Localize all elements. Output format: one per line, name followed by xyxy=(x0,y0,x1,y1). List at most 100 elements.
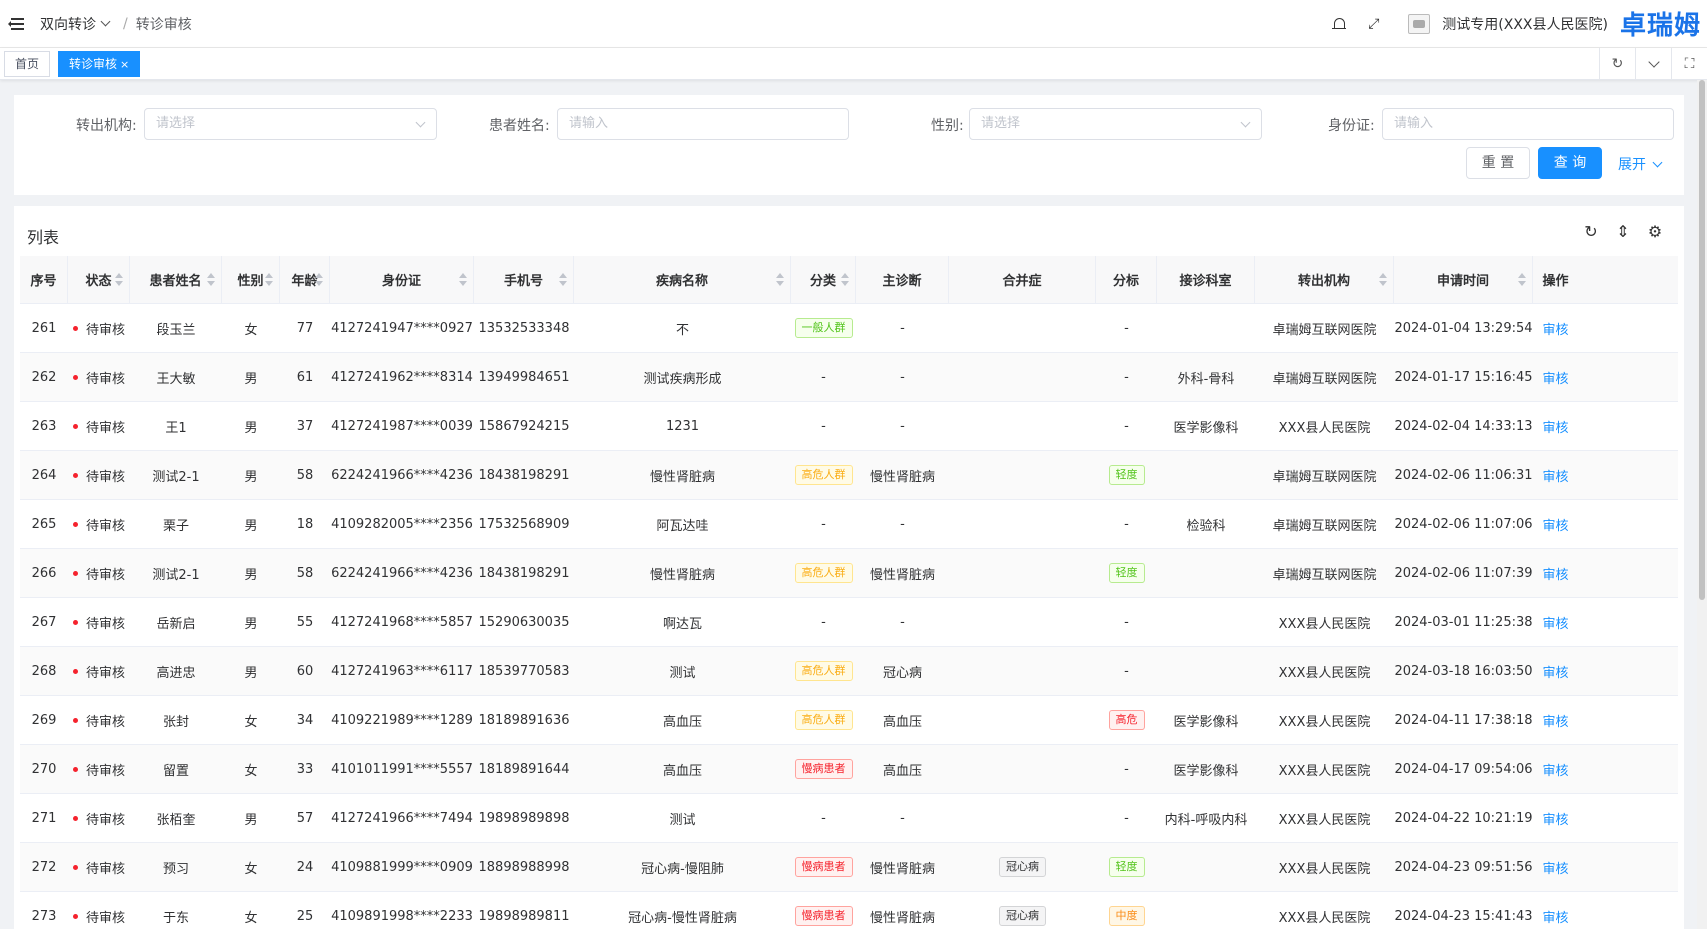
cell-action: 审核 xyxy=(1533,304,1578,352)
page-scrollbar[interactable] xyxy=(1697,80,1707,929)
review-link[interactable]: 审核 xyxy=(1542,515,1568,534)
category-tag: 慢病患者 xyxy=(794,857,853,877)
time-text: 2024-04-11 17:38:18 xyxy=(1394,712,1533,728)
id-card-input[interactable]: 请输入 xyxy=(1382,108,1674,140)
cell-time: 2024-02-04 14:33:13 xyxy=(1394,402,1533,450)
tab-referral-review[interactable]: 转诊审核 × xyxy=(58,51,141,77)
review-link[interactable]: 审核 xyxy=(1542,368,1568,387)
time-text: 2024-04-22 10:21:19 xyxy=(1394,810,1533,826)
review-link[interactable]: 审核 xyxy=(1542,564,1568,583)
review-link[interactable]: 审核 xyxy=(1542,319,1568,338)
column-header[interactable]: 身份证 xyxy=(330,256,474,303)
idcard-text: 6224241966****4236 xyxy=(331,565,473,581)
phone-text: 18189891644 xyxy=(478,761,570,777)
sort-icon[interactable] xyxy=(1518,273,1526,287)
cell-dept xyxy=(1157,647,1255,695)
sort-icon[interactable] xyxy=(1379,273,1387,287)
cell-disease: 阿瓦达哇 xyxy=(574,500,791,548)
column-header[interactable]: 疾病名称 xyxy=(574,256,791,303)
avatar[interactable] xyxy=(1408,13,1431,34)
org-select[interactable]: 请选择 xyxy=(144,108,437,140)
name-text: 段玉兰 xyxy=(156,322,196,338)
review-link[interactable]: 审核 xyxy=(1542,760,1568,779)
column-header-label: 合并症 xyxy=(1002,274,1042,289)
review-link[interactable]: 审核 xyxy=(1542,662,1568,681)
idcard-text: 4109881999****0909 xyxy=(331,859,473,875)
cell-category: 慢病患者 xyxy=(791,892,856,929)
cell-name: 栗子 xyxy=(130,500,222,548)
cell-gender: 男 xyxy=(222,598,280,646)
grade-tag: 轻度 xyxy=(1108,857,1145,877)
tab-home[interactable]: 首页 xyxy=(4,51,51,77)
cell-age: 55 xyxy=(280,598,330,646)
patient-name-input[interactable]: 请输入 xyxy=(557,108,849,140)
org-name[interactable]: 测试专用(XXX县人民医院) xyxy=(1442,14,1608,34)
scrollbar-thumb[interactable] xyxy=(1699,80,1705,600)
sort-icon[interactable] xyxy=(315,273,323,287)
close-icon[interactable]: × xyxy=(120,58,129,71)
grade-text: - xyxy=(1124,810,1129,826)
cell-name: 预习 xyxy=(130,843,222,891)
cell-dept xyxy=(1157,549,1255,597)
review-link[interactable]: 审核 xyxy=(1542,613,1568,632)
cell-disease: 1231 xyxy=(574,402,791,450)
dept-text: 医学影像科 xyxy=(1173,763,1239,779)
org-text: 卓瑞姆互联网医院 xyxy=(1272,322,1377,338)
sort-icon[interactable] xyxy=(265,273,273,287)
column-header[interactable]: 转出机构 xyxy=(1255,256,1394,303)
cell-action: 审核 xyxy=(1533,598,1578,646)
review-link[interactable]: 审核 xyxy=(1542,417,1568,436)
sort-icon[interactable] xyxy=(115,273,123,287)
gear-icon[interactable]: ⚙ xyxy=(1646,222,1664,241)
status-dot-icon xyxy=(72,423,78,429)
tab-active-label: 转诊审核 xyxy=(69,57,118,71)
sort-icon[interactable] xyxy=(207,273,215,287)
review-link[interactable]: 审核 xyxy=(1542,466,1568,485)
cell-time: 2024-03-01 11:25:38 xyxy=(1394,598,1533,646)
status-dot-icon xyxy=(72,619,78,625)
status-dot-icon xyxy=(72,717,78,723)
status-dot-icon xyxy=(72,815,78,821)
column-header[interactable]: 性别 xyxy=(222,256,280,303)
column-header[interactable]: 状态 xyxy=(68,256,130,303)
refresh-icon[interactable]: ↻ xyxy=(1599,48,1635,80)
expand-toggle[interactable]: 展开 xyxy=(1618,154,1663,174)
chevron-down-icon[interactable] xyxy=(1635,48,1671,80)
query-button[interactable]: 查 询 xyxy=(1538,147,1602,179)
fullscreen-icon[interactable]: ⤢ xyxy=(1368,17,1382,31)
column-header: 序号 xyxy=(20,256,68,303)
reset-button[interactable]: 重 置 xyxy=(1466,147,1530,179)
cell-gender: 男 xyxy=(222,353,280,401)
sort-icon[interactable] xyxy=(559,273,567,287)
sort-icon[interactable] xyxy=(776,273,784,287)
maximize-icon[interactable]: ⛶ xyxy=(1671,48,1707,80)
cell-org: XXX县人民医院 xyxy=(1255,696,1394,744)
sort-icon[interactable] xyxy=(459,273,467,287)
menu-toggle-icon[interactable] xyxy=(8,17,24,31)
column-header[interactable]: 年龄 xyxy=(280,256,330,303)
gender-text: 男 xyxy=(244,812,258,828)
column-height-icon[interactable]: ⇕ xyxy=(1614,222,1632,241)
column-header[interactable]: 患者姓名 xyxy=(130,256,222,303)
review-link[interactable]: 审核 xyxy=(1542,711,1568,730)
review-link[interactable]: 审核 xyxy=(1542,858,1568,877)
breadcrumb-parent[interactable]: 双向转诊 xyxy=(40,14,96,34)
column-header[interactable]: 分类 xyxy=(791,256,856,303)
cell-no: 261 xyxy=(20,304,68,352)
review-link[interactable]: 审核 xyxy=(1542,907,1568,926)
gender-select[interactable]: 请选择 xyxy=(969,108,1262,140)
cell-phone: 19898989811 xyxy=(474,892,574,929)
refresh-icon[interactable]: ↻ xyxy=(1582,222,1600,241)
status-text: 待审核 xyxy=(85,763,125,779)
column-header[interactable]: 申请时间 xyxy=(1394,256,1533,303)
cell-name: 测试2-1 xyxy=(130,451,222,499)
cell-phone: 19898989898 xyxy=(474,794,574,842)
column-header[interactable]: 手机号 xyxy=(474,256,574,303)
cell-org: XXX县人民医院 xyxy=(1255,892,1394,929)
sort-icon[interactable] xyxy=(841,273,849,287)
review-link[interactable]: 审核 xyxy=(1542,809,1568,828)
org-label: 转出机构: xyxy=(76,118,137,134)
bell-icon[interactable] xyxy=(1332,17,1347,31)
cell-comorb xyxy=(949,549,1096,597)
cell-time: 2024-03-18 16:03:50 xyxy=(1394,647,1533,695)
